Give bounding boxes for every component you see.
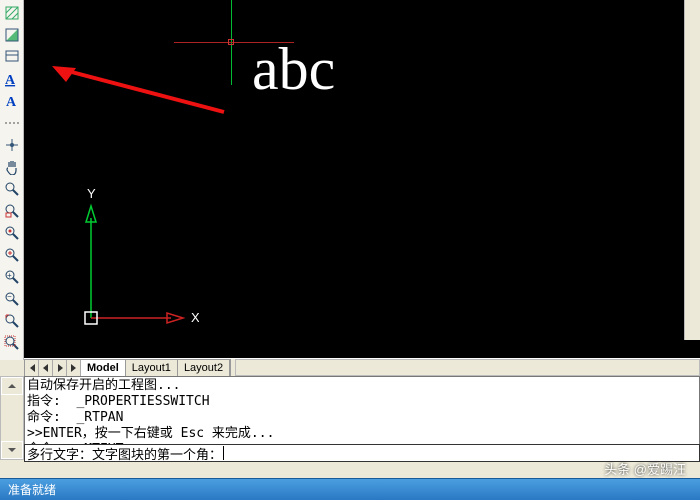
tool-point-icon[interactable]	[2, 135, 22, 155]
canvas-scrollbar-vertical[interactable]	[684, 0, 700, 340]
tab-layout1[interactable]: Layout1	[126, 360, 178, 376]
svg-text:A: A	[6, 95, 17, 109]
crosshair-pickbox	[228, 39, 234, 45]
tool-zoom-in-icon[interactable]: +	[2, 267, 22, 287]
draw-toolbar: A A + −	[0, 0, 24, 360]
tab-model[interactable]: Model	[81, 360, 126, 376]
scroll-down-icon[interactable]	[1, 441, 23, 459]
axis-x-label: X	[191, 310, 199, 325]
command-prompt: 多行文字：文字图块的第一个角：	[27, 444, 222, 463]
tool-zoom-window-icon[interactable]	[2, 201, 22, 221]
scroll-up-icon[interactable]	[1, 377, 23, 395]
log-line: 自动保存开启的工程图...	[27, 378, 180, 393]
command-input[interactable]: 多行文字：文字图块的第一个角：	[24, 444, 700, 462]
log-line: >>ENTER，按一下右键或 Esc 来完成...	[27, 426, 274, 441]
log-scrollbar[interactable]	[0, 376, 24, 460]
tool-zoom-center-icon[interactable]	[2, 245, 22, 265]
tool-divider-dots-icon	[2, 113, 22, 133]
tool-mtext-icon[interactable]: A	[2, 69, 22, 89]
tool-zoom-realtime-icon[interactable]	[2, 179, 22, 199]
tool-gradient-icon[interactable]	[2, 25, 22, 45]
svg-text:−: −	[7, 292, 12, 301]
drawing-canvas[interactable]: abc Y X	[24, 0, 700, 358]
status-text: 准备就绪	[8, 481, 56, 498]
tab-first-icon[interactable]	[25, 360, 39, 376]
tool-hatch-icon[interactable]	[2, 3, 22, 23]
tool-text-icon[interactable]: A	[2, 91, 22, 111]
layout-tab-row: Model Layout1 Layout2	[24, 358, 700, 376]
tool-zoom-extents-icon[interactable]	[2, 333, 22, 353]
tab-last-icon[interactable]	[67, 360, 81, 376]
tool-region-icon[interactable]	[2, 47, 22, 67]
text-cursor	[223, 446, 224, 460]
tab-next-icon[interactable]	[53, 360, 67, 376]
tab-layout2[interactable]: Layout2	[178, 360, 230, 376]
log-line: 指令: _PROPERTIESSWITCH	[27, 394, 210, 409]
tool-zoom-dynamic-icon[interactable]	[2, 223, 22, 243]
tool-zoom-out-icon[interactable]: −	[2, 289, 22, 309]
svg-text:A: A	[5, 73, 16, 87]
tool-pan-icon[interactable]	[2, 157, 22, 177]
ucs-icon: Y X	[79, 188, 199, 338]
tab-nav: Model Layout1 Layout2	[24, 359, 231, 377]
tab-prev-icon[interactable]	[39, 360, 53, 376]
tool-zoom-all-icon[interactable]	[2, 311, 22, 331]
log-line: 命令: _RTPAN	[27, 410, 123, 425]
sample-text: abc	[252, 35, 335, 104]
status-bar: 准备就绪	[0, 478, 700, 500]
annotation-arrow-icon	[50, 64, 226, 114]
svg-text:+: +	[7, 271, 12, 280]
canvas-scrollbar-horizontal[interactable]	[235, 359, 700, 376]
axis-y-label: Y	[87, 188, 96, 201]
